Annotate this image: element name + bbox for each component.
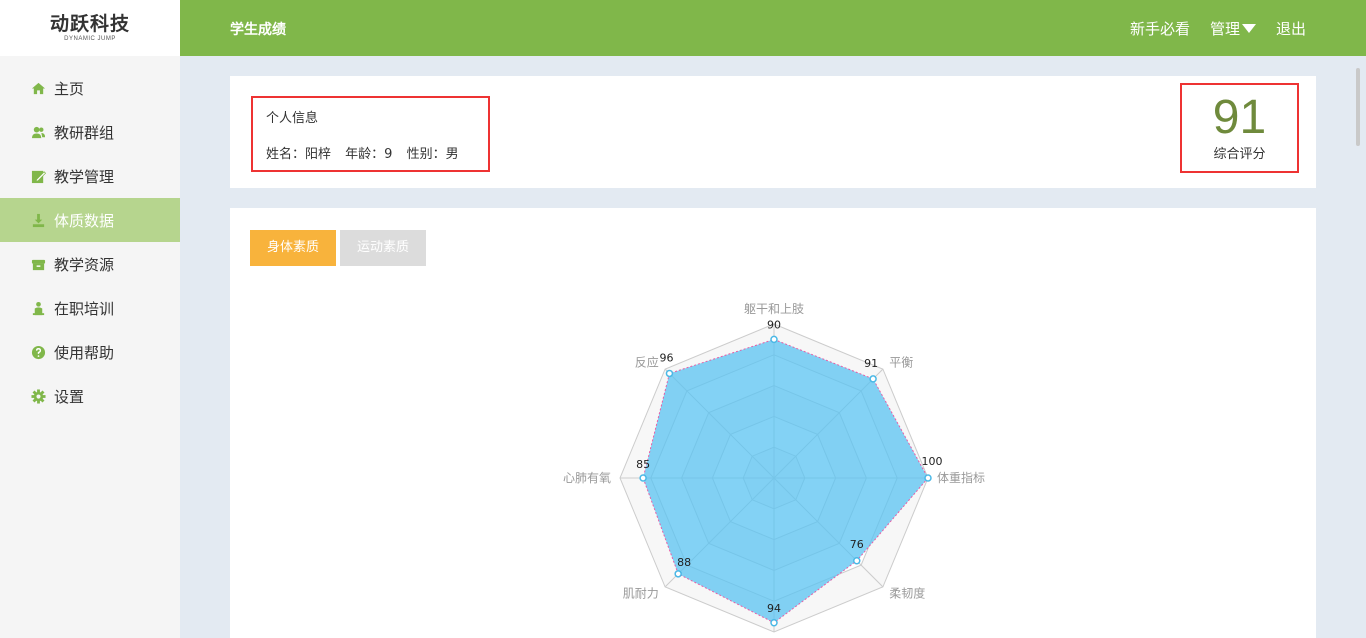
edit-icon — [30, 168, 46, 184]
overall-score-box: 91 综合评分 — [1180, 83, 1299, 173]
tab-body-fitness[interactable]: 身体素质 — [250, 230, 336, 266]
top-nav: 新手必看 管理 退出 — [1110, 18, 1306, 39]
sidebar-item-help[interactable]: 使用帮助 — [0, 330, 180, 374]
radar-data-point — [869, 375, 877, 383]
person-icon — [30, 300, 46, 316]
home-icon — [30, 80, 46, 96]
radar-value-label: 88 — [677, 556, 691, 569]
sidebar-item-teaching-management[interactable]: 教学管理 — [0, 154, 180, 198]
users-icon — [30, 124, 46, 140]
sidebar-item-physique-data[interactable]: 体质数据 — [0, 198, 180, 242]
guide-link[interactable]: 新手必看 — [1130, 18, 1190, 39]
radar-data-point — [639, 474, 647, 482]
sidebar-item-label: 在职培训 — [54, 299, 115, 318]
radar-indicator-label: 躯干和上肢 — [744, 301, 804, 316]
brand-logo[interactable]: 动跃科技 DYNAMIC JUMP — [0, 0, 180, 56]
overall-score-value: 91 — [1212, 91, 1267, 144]
manage-label: 管理 — [1209, 20, 1240, 38]
page-title: 学生成绩 — [230, 22, 286, 38]
sidebar-item-label: 教学管理 — [54, 167, 115, 186]
overall-score-label: 综合评分 — [1213, 147, 1266, 162]
radar-data-point — [924, 474, 932, 482]
radar-indicator-label: 肌耐力 — [623, 586, 659, 600]
radar-value-label: 100 — [922, 455, 943, 468]
student-name: 姓名：阳梓 — [266, 147, 332, 162]
radar-data-point — [770, 335, 778, 344]
radar-value-label: 91 — [864, 357, 878, 370]
tab-sport-fitness[interactable]: 运动素质 — [340, 230, 426, 266]
physique-chart-card: 躯干和上肢平衡体重指标柔韧度核心及下肢肌耐力心肺有氧反应909110076948… — [230, 208, 1316, 638]
sidebar-item-label: 教学资源 — [54, 255, 115, 274]
manage-menu[interactable]: 管理 — [1210, 18, 1256, 39]
personal-info-values: 姓名：阳梓 年龄：9 性别：男 — [266, 143, 488, 162]
sidebar-item-label: 使用帮助 — [54, 343, 115, 362]
radar-data-point — [770, 619, 778, 627]
sidebar: 动跃科技 DYNAMIC JUMP 主页 教研群组 教学管理 体质数据 教学资源… — [0, 0, 180, 638]
gear-icon — [30, 388, 46, 404]
brand-subtitle: DYNAMIC JUMP — [64, 36, 116, 42]
sidebar-item-label: 设置 — [54, 387, 85, 406]
sidebar-item-label: 体质数据 — [54, 211, 115, 230]
sidebar-item-home[interactable]: 主页 — [0, 66, 180, 110]
radar-indicator-label: 柔韧度 — [889, 585, 925, 600]
download-icon — [30, 212, 46, 228]
sidebar-item-label: 教研群组 — [54, 123, 115, 142]
sidebar-item-research-groups[interactable]: 教研群组 — [0, 110, 180, 154]
logout-link[interactable]: 退出 — [1276, 18, 1306, 39]
sidebar-item-teaching-resources[interactable]: 教学资源 — [0, 242, 180, 286]
radar-indicator-label: 心肺有氧 — [563, 471, 611, 485]
radar-data-point — [665, 369, 674, 378]
sidebar-menu: 主页 教研群组 教学管理 体质数据 教学资源 在职培训 使用帮助 设置 — [0, 66, 180, 418]
sidebar-item-training[interactable]: 在职培训 — [0, 286, 180, 330]
help-icon — [30, 344, 46, 360]
radar-value-label: 90 — [767, 318, 781, 331]
personal-info-heading: 个人信息 — [266, 111, 319, 126]
sidebar-item-label: 主页 — [54, 79, 85, 98]
radar-chart: 躯干和上肢平衡体重指标柔韧度核心及下肢肌耐力心肺有氧反应909110076948… — [563, 301, 985, 633]
radar-value-label: 76 — [850, 538, 864, 551]
radar-value-label: 96 — [659, 351, 673, 364]
radar-indicator-label: 体重指标 — [937, 470, 985, 485]
radar-data-point — [674, 570, 682, 578]
brand-title: 动跃科技 — [49, 13, 130, 35]
personal-info-box: 个人信息 姓名：阳梓 年龄：9 性别：男 — [251, 96, 490, 172]
caret-down-icon — [1241, 24, 1256, 33]
student-info-card: 个人信息 姓名：阳梓 年龄：9 性别：男 91 综合评分 — [230, 76, 1316, 188]
scrollbar-thumb[interactable] — [1356, 68, 1360, 146]
student-age: 年龄：9 — [345, 147, 393, 162]
radar-indicator-label: 平衡 — [889, 356, 913, 370]
box-icon — [30, 256, 46, 272]
student-gender: 性别：男 — [406, 147, 459, 162]
radar-value-label: 94 — [767, 602, 781, 615]
sidebar-item-settings[interactable]: 设置 — [0, 374, 180, 418]
radar-value-label: 85 — [636, 458, 650, 471]
radar-indicator-label: 反应 — [635, 355, 659, 370]
radar-data-point — [853, 557, 861, 565]
top-bar: 学生成绩 新手必看 管理 退出 — [180, 0, 1366, 56]
